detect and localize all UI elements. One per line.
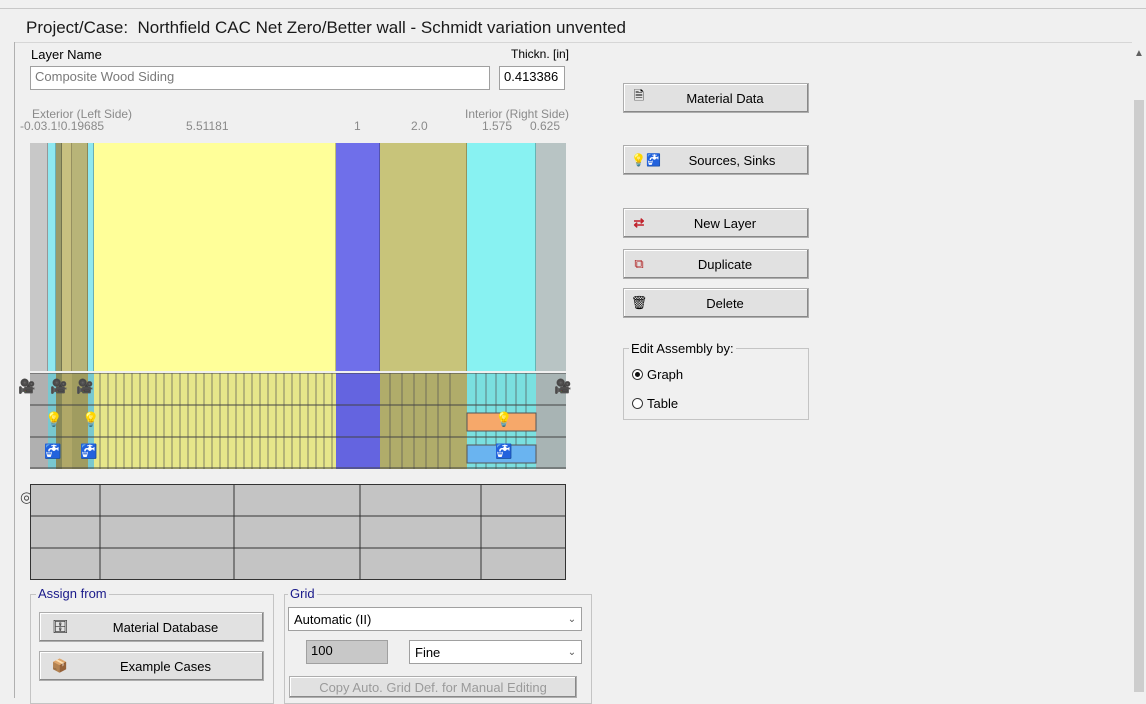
layer-gypsum[interactable]: [536, 143, 566, 371]
layer-thickness-label: 1: [354, 119, 361, 133]
example-cases-button[interactable]: 📦 Example Cases: [39, 651, 264, 681]
table-radio-label: Table: [647, 396, 679, 411]
assign-from-title: Assign from: [36, 586, 109, 601]
chevron-down-icon[interactable]: ⌄: [563, 614, 581, 625]
layer-insulation[interactable]: [94, 143, 336, 371]
project-prefix: Project/Case:: [26, 18, 129, 37]
project-name: Northfield CAC Net Zero/Better wall - Sc…: [137, 18, 626, 37]
panel-border-left: [14, 42, 15, 698]
grid-mode-value: Automatic (II): [294, 611, 372, 627]
radio-indicator[interactable]: [632, 398, 643, 409]
trash-icon: 🗑: [630, 295, 648, 310]
layer-sheathing-2[interactable]: [72, 143, 88, 371]
camera-icon[interactable]: 🎥: [50, 378, 67, 395]
layer-thickness-label: 0.625: [530, 119, 561, 133]
grid-svg: [30, 373, 566, 469]
lightbulb-icon[interactable]: 💡: [45, 411, 62, 428]
assign-from-group: [30, 594, 274, 704]
layer-name-input[interactable]: Composite Wood Siding: [30, 66, 490, 90]
layer-thickness-label: 2.0: [411, 119, 428, 133]
lightbulb-icon[interactable]: 💡: [495, 411, 512, 428]
duplicate-icon: ⧉: [634, 256, 644, 271]
new-layer-icon: ⇄: [633, 215, 645, 230]
layer-sheathing-1[interactable]: [62, 143, 72, 371]
monitor-table-grid: [30, 484, 566, 580]
grid-resolution-select[interactable]: Fine ⌄: [409, 640, 582, 664]
lightbulb-icon[interactable]: 💡: [82, 411, 99, 428]
new-layer-button[interactable]: ⇄ New Layer: [623, 208, 809, 238]
chevron-down-icon[interactable]: ⌄: [563, 647, 581, 658]
layer-siding[interactable]: [48, 143, 56, 371]
camera-icon[interactable]: 🎥: [18, 378, 35, 395]
table-radio[interactable]: Table: [632, 396, 678, 411]
delete-button[interactable]: 🗑 Delete: [623, 288, 809, 318]
delete-label: Delete: [706, 295, 744, 311]
camera-icon[interactable]: 🎥: [554, 378, 571, 395]
monitor-table[interactable]: [30, 484, 566, 580]
layer-thickness-label: -0.03.1!0.19685: [20, 119, 105, 133]
assembly-cross-section[interactable]: [30, 143, 566, 371]
example-cases-icon: 📦: [51, 658, 69, 673]
grid-count-input[interactable]: 100: [306, 640, 388, 664]
project-title: Project/Case: Northfield CAC Net Zero/Be…: [26, 18, 626, 38]
panel-border-top: [14, 42, 1142, 43]
layer-thickness-label: 5.51181: [186, 119, 229, 133]
camera-icon[interactable]: 🎥: [76, 378, 93, 395]
scroll-up-arrow-icon[interactable]: ▲: [1134, 48, 1144, 59]
layer-2in[interactable]: [380, 143, 467, 371]
thickness-label: Thickn. [in]: [511, 47, 570, 61]
copy-grid-button[interactable]: Copy Auto. Grid Def. for Manual Editing: [289, 676, 577, 698]
scrollbar-thumb[interactable]: [1134, 100, 1144, 692]
edit-assembly-title: Edit Assembly by:: [629, 341, 736, 356]
document-icon: 🗎: [633, 88, 645, 103]
grid-source-strip[interactable]: 🎥 🎥 🎥 🎥 💡 💡 💡 🚰 🚰 🚰: [18, 373, 571, 469]
material-database-label: Material Database: [112, 619, 219, 635]
layer-1in[interactable]: [336, 143, 380, 371]
faucet-icon[interactable]: 🚰: [80, 443, 97, 460]
duplicate-label: Duplicate: [697, 256, 753, 272]
sources-sinks-button[interactable]: 💡🚰 Sources, Sinks: [623, 145, 809, 175]
radio-selected-indicator[interactable]: [632, 369, 643, 380]
example-cases-label: Example Cases: [119, 658, 212, 674]
thickness-input[interactable]: 0.413386: [499, 66, 565, 90]
faucet-icon[interactable]: 🚰: [495, 443, 512, 460]
sources-sinks-label: Sources, Sinks: [688, 152, 776, 168]
material-database-button[interactable]: 🗄 Material Database: [39, 612, 264, 642]
duplicate-button[interactable]: ⧉ Duplicate: [623, 249, 809, 279]
copy-grid-label: Copy Auto. Grid Def. for Manual Editing: [319, 679, 547, 695]
layer-name-label: Layer Name: [31, 47, 102, 62]
material-data-label: Material Data: [686, 90, 764, 106]
grid-mode-select[interactable]: Automatic (II) ⌄: [288, 607, 582, 631]
new-layer-label: New Layer: [693, 215, 757, 231]
graph-radio-label: Graph: [647, 367, 684, 382]
sources-sinks-icon: 💡🚰: [631, 153, 661, 167]
top-divider: [0, 8, 1146, 9]
graph-radio[interactable]: Graph: [632, 367, 683, 382]
database-icon: 🗄: [51, 619, 69, 634]
layer-thickness-label: 1.575: [482, 119, 513, 133]
faucet-icon[interactable]: 🚰: [44, 443, 61, 460]
layer-exterior-air[interactable]: [30, 143, 48, 371]
layer-1-575in[interactable]: [467, 143, 536, 371]
grid-resolution-value: Fine: [415, 644, 441, 660]
grid-title: Grid: [288, 586, 317, 601]
material-data-button[interactable]: 🗎 Material Data: [623, 83, 809, 113]
vertical-scrollbar[interactable]: ▲: [1132, 42, 1146, 698]
